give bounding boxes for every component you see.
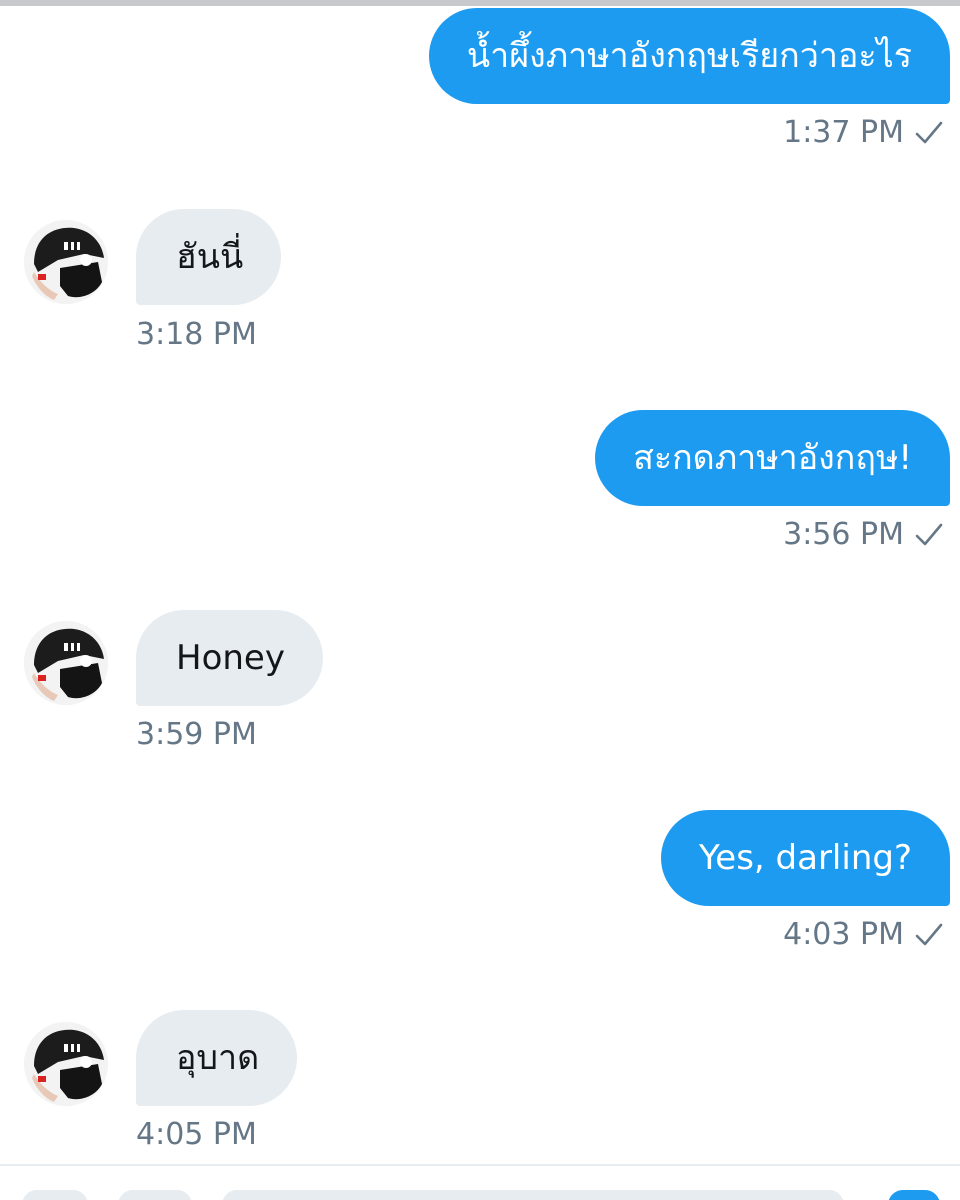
message-composer <box>0 1166 960 1200</box>
check-icon <box>914 520 944 550</box>
message-input[interactable] <box>222 1190 844 1200</box>
message-time: 3:18 PM <box>136 317 257 352</box>
message-text: ฮันนี่ <box>176 237 244 277</box>
message-text: น้ำผึ้งภาษาอังกฤษเรียกว่าอะไร <box>466 36 912 76</box>
message-meta: 4:03 PM <box>783 920 944 950</box>
incoming-message-bubble[interactable]: อุบาด <box>136 1010 298 1106</box>
message-text: สะกดภาษาอังกฤษ! <box>633 438 912 478</box>
message-time: 4:03 PM <box>783 917 904 952</box>
message-time: 1:37 PM <box>783 115 904 150</box>
message-text: Honey <box>176 638 285 678</box>
check-icon <box>914 118 944 148</box>
message-meta: 1:37 PM <box>783 118 944 148</box>
message-text: Yes, darling? <box>699 838 912 878</box>
avatar[interactable] <box>24 1022 108 1106</box>
message-time: 3:59 PM <box>136 717 257 752</box>
message-meta: 4:05 PM <box>136 1120 257 1150</box>
incoming-message-bubble[interactable]: Honey <box>136 610 323 706</box>
avatar[interactable] <box>24 621 108 705</box>
outgoing-message-bubble[interactable]: Yes, darling? <box>661 810 950 906</box>
message-meta: 3:56 PM <box>783 520 944 550</box>
avatar[interactable] <box>24 220 108 304</box>
outgoing-message-bubble[interactable]: น้ำผึ้งภาษาอังกฤษเรียกว่าอะไร <box>428 8 950 104</box>
outgoing-message-bubble[interactable]: สะกดภาษาอังกฤษ! <box>595 410 950 506</box>
send-button[interactable] <box>888 1190 940 1200</box>
message-meta: 3:18 PM <box>136 320 257 350</box>
message-text: อุบาด <box>176 1038 260 1078</box>
chat-thread[interactable]: น้ำผึ้งภาษาอังกฤษเรียกว่าอะไร 1:37 PM ฮั… <box>0 0 960 1200</box>
message-meta: 3:59 PM <box>136 720 257 750</box>
header-divider <box>0 0 960 6</box>
message-time: 3:56 PM <box>783 517 904 552</box>
check-icon <box>914 920 944 950</box>
message-time: 4:05 PM <box>136 1117 257 1152</box>
incoming-message-bubble[interactable]: ฮันนี่ <box>136 209 282 305</box>
media-button[interactable] <box>22 1190 88 1200</box>
gif-button[interactable] <box>118 1190 192 1200</box>
